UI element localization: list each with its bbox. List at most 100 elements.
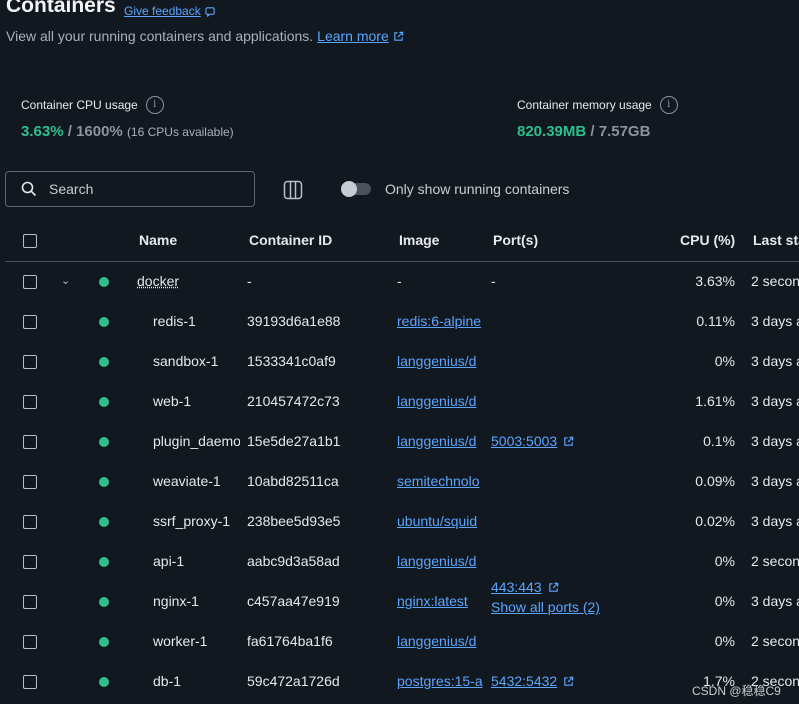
- table-row[interactable]: weaviate-1 10abd82511ca semitechnolo 0.09% 3…: [0, 462, 799, 502]
- status-running-dot: [99, 357, 109, 367]
- container-id: 59c472a1726d: [247, 673, 340, 689]
- container-name[interactable]: web-1: [153, 393, 240, 409]
- status-running-dot: [99, 437, 109, 447]
- table-row[interactable]: nginx-1 c457aa47e919 nginx:latest 443:443 Sh…: [0, 582, 799, 622]
- table-row[interactable]: db-1 59c472a1726d postgres:15-a 5432:5432 1.…: [0, 662, 799, 702]
- status-running-dot: [99, 477, 109, 487]
- info-icon[interactable]: i: [146, 96, 164, 114]
- container-name[interactable]: weaviate-1: [153, 473, 240, 489]
- container-name[interactable]: plugin_daemo: [153, 433, 240, 449]
- cpu-usage-value: 3.63% / 1600% (16 CPUs available): [21, 123, 234, 140]
- container-name[interactable]: redis-1: [153, 313, 240, 329]
- port-cell: 5432:5432: [491, 673, 574, 689]
- cpu-usage-label: Container CPU usage i: [21, 96, 164, 114]
- image-link[interactable]: postgres:15-a: [397, 673, 483, 689]
- row-checkbox[interactable]: [23, 515, 37, 529]
- image-link[interactable]: semitechnolo: [397, 473, 483, 489]
- column-name[interactable]: Name: [139, 232, 177, 248]
- cpu-percent: 0.02%: [695, 513, 735, 529]
- group-name[interactable]: docker: [137, 273, 179, 289]
- status-running-dot: [99, 517, 109, 527]
- row-checkbox[interactable]: [23, 355, 37, 369]
- image-link[interactable]: langgenius/d: [397, 433, 483, 449]
- column-image[interactable]: Image: [399, 232, 439, 248]
- cpu-percent: 0%: [715, 553, 735, 569]
- group-last-started: 2 secon: [751, 273, 799, 289]
- table-row[interactable]: ssrf_proxy-1 238bee5d93e5 ubuntu/squid 0.02…: [0, 502, 799, 542]
- container-id: 1533341c0af9: [247, 353, 336, 369]
- info-icon[interactable]: i: [660, 96, 678, 114]
- container-id: aabc9d3a58ad: [247, 553, 340, 569]
- port-link[interactable]: 443:443: [491, 579, 542, 595]
- container-name[interactable]: db-1: [153, 673, 240, 689]
- group-id: -: [247, 273, 252, 289]
- running-only-label: Only show running containers: [385, 181, 569, 197]
- port-cell: 443:443: [491, 579, 559, 595]
- external-link-icon: [393, 31, 404, 42]
- search-input[interactable]: [47, 180, 231, 198]
- status-running-dot: [99, 677, 109, 687]
- memory-usage-value: 820.39MB / 7.57GB: [517, 123, 650, 140]
- row-checkbox[interactable]: [23, 275, 37, 289]
- page-subtitle: View all your running containers and app…: [6, 28, 404, 44]
- row-checkbox[interactable]: [23, 555, 37, 569]
- table-row[interactable]: redis-1 39193d6a1e88 redis:6-alpine 0.11% 3 …: [0, 302, 799, 342]
- column-last-started[interactable]: Last sta: [753, 232, 799, 248]
- search-box[interactable]: [5, 171, 255, 207]
- image-link[interactable]: nginx:latest: [397, 593, 483, 609]
- image-link[interactable]: ubuntu/squid: [397, 513, 483, 529]
- search-icon: [21, 181, 37, 197]
- row-checkbox[interactable]: [23, 675, 37, 689]
- container-id: c457aa47e919: [247, 593, 340, 609]
- table-row[interactable]: sandbox-1 1533341c0af9 langgenius/d 0% 3 day…: [0, 342, 799, 382]
- watermark: CSDN @稳稳C9: [692, 682, 781, 699]
- cpu-percent: 0%: [715, 633, 735, 649]
- container-name[interactable]: ssrf_proxy-1: [153, 513, 240, 529]
- image-link[interactable]: langgenius/d: [397, 393, 483, 409]
- column-cpu[interactable]: CPU (%): [680, 232, 735, 248]
- container-name[interactable]: sandbox-1: [153, 353, 240, 369]
- port-cell: 5003:5003: [491, 433, 574, 449]
- container-name[interactable]: worker-1: [153, 633, 240, 649]
- last-started: 3 days a: [751, 313, 799, 329]
- port-link[interactable]: 5432:5432: [491, 673, 557, 689]
- image-link[interactable]: langgenius/d: [397, 553, 483, 569]
- give-feedback-link[interactable]: Give feedback: [124, 4, 216, 18]
- row-checkbox[interactable]: [23, 395, 37, 409]
- select-all-checkbox[interactable]: [23, 234, 37, 248]
- running-only-toggle[interactable]: [341, 183, 371, 195]
- column-ports[interactable]: Port(s): [493, 232, 538, 248]
- cpu-percent: 0%: [715, 593, 735, 609]
- row-checkbox[interactable]: [23, 595, 37, 609]
- table-row[interactable]: worker-1 fa61764ba1f6 langgenius/d 0% 2 seco…: [0, 622, 799, 662]
- table-row-group[interactable]: ⌄ docker - - - 3.63% 2 secon: [0, 262, 799, 302]
- cpu-percent: 0.11%: [696, 313, 735, 329]
- page-title: Containers: [6, 0, 116, 18]
- columns-icon[interactable]: [283, 180, 303, 200]
- memory-usage-label: Container memory usage i: [517, 96, 678, 114]
- table-row[interactable]: api-1 aabc9d3a58ad langgenius/d 0% 2 secon: [0, 542, 799, 582]
- status-running-dot: [99, 277, 109, 287]
- row-checkbox[interactable]: [23, 315, 37, 329]
- row-checkbox[interactable]: [23, 475, 37, 489]
- image-link[interactable]: langgenius/d: [397, 353, 483, 369]
- last-started: 3 days a: [751, 433, 799, 449]
- cpu-usage-title: Container CPU usage: [21, 98, 138, 112]
- last-started: 2 secon: [751, 553, 799, 569]
- learn-more-link[interactable]: Learn more: [317, 28, 389, 44]
- image-link[interactable]: langgenius/d: [397, 633, 483, 649]
- group-cpu: 3.63%: [695, 273, 735, 289]
- column-container-id[interactable]: Container ID: [249, 232, 332, 248]
- container-name[interactable]: nginx-1: [153, 593, 240, 609]
- table-row[interactable]: web-1 210457472c73 langgenius/d 1.61% 3 days…: [0, 382, 799, 422]
- container-name[interactable]: api-1: [153, 553, 240, 569]
- container-id: 15e5de27a1b1: [247, 433, 340, 449]
- table-row[interactable]: plugin_daemo 15e5de27a1b1 langgenius/d 5003…: [0, 422, 799, 462]
- port-link[interactable]: 5003:5003: [491, 433, 557, 449]
- row-checkbox[interactable]: [23, 435, 37, 449]
- image-link[interactable]: redis:6-alpine: [397, 313, 483, 329]
- row-checkbox[interactable]: [23, 635, 37, 649]
- status-running-dot: [99, 317, 109, 327]
- chevron-down-icon[interactable]: ⌄: [61, 274, 70, 287]
- show-all-ports-link[interactable]: Show all ports (2): [491, 599, 600, 615]
